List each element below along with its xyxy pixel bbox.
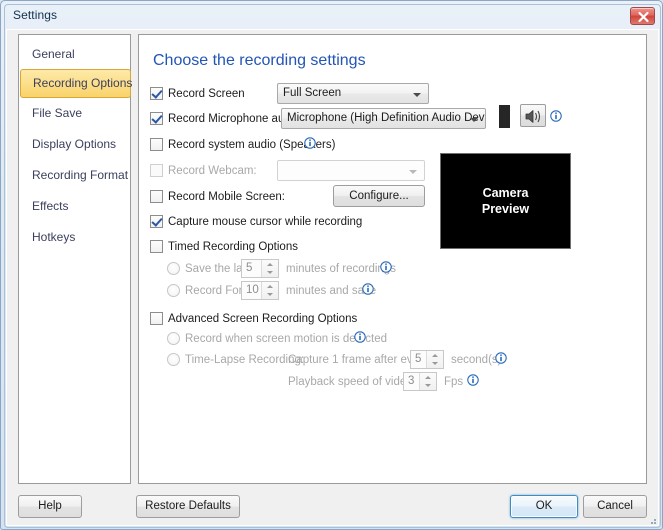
playback-speed-label: Playback speed of video: [288, 376, 416, 388]
speaker-glyph [525, 110, 541, 123]
sidebar-item-file-save[interactable]: File Save [20, 99, 131, 128]
cancel-button[interactable]: Cancel [583, 495, 647, 518]
title-bar[interactable]: Settings [2, 2, 663, 29]
spinner-buttons [261, 260, 278, 277]
record-webcam-checkbox [150, 164, 163, 177]
chevron-down-icon [470, 118, 478, 122]
spinner-buttons [261, 282, 278, 299]
motion-detect-info-icon[interactable] [354, 331, 366, 343]
record-webcam-device-combo [277, 160, 425, 181]
microphone-info-icon[interactable] [550, 110, 562, 122]
sidebar-item-effects[interactable]: Effects [20, 192, 131, 221]
window-title: Settings [13, 8, 58, 22]
sidebar-item-hotkeys[interactable]: Hotkeys [20, 223, 131, 252]
help-button[interactable]: Help [18, 495, 82, 518]
microphone-level-meter [499, 105, 510, 128]
playback-speed-suffix: Fps [444, 376, 464, 388]
record-screen-source-combo[interactable]: Full Screen [277, 83, 429, 104]
capture-mouse-cursor-label: Capture mouse cursor while recording [168, 216, 363, 228]
restore-defaults-button[interactable]: Restore Defaults [136, 495, 240, 518]
sidebar-item-recording-options[interactable]: Recording Options [20, 69, 132, 98]
advanced-options-label: Advanced Screen Recording Options [168, 313, 358, 325]
time-lapse-label: Time-Lapse Recording: [185, 354, 305, 366]
record-for-label: Record For [185, 285, 243, 297]
record-for-spinner: 10 [241, 281, 279, 300]
resize-grip-icon[interactable] [646, 514, 658, 526]
record-for-value: 10 [246, 284, 259, 296]
panel-heading: Choose the recording settings [153, 52, 366, 69]
timed-recording-checkbox[interactable] [150, 240, 163, 253]
record-microphone-checkbox[interactable] [150, 112, 163, 125]
playback-speed-spinner: 3 [403, 372, 437, 391]
record-for-radio [167, 284, 180, 297]
chevron-down-icon [409, 170, 417, 174]
record-for-info-icon[interactable] [362, 283, 374, 295]
speaker-icon[interactable] [520, 104, 546, 127]
time-lapse-capture-label: Capture 1 frame after every [288, 354, 429, 366]
record-mobile-screen-label: Record Mobile Screen: [168, 191, 285, 203]
time-lapse-capture-spinner: 5 [410, 350, 444, 369]
time-lapse-capture-suffix: second(s) [451, 354, 502, 366]
camera-preview-line2: Preview [481, 202, 530, 216]
ok-button[interactable]: OK [510, 495, 578, 518]
settings-window: Settings General Recording Options File … [0, 0, 663, 530]
record-webcam-label: Record Webcam: [168, 165, 257, 177]
save-the-last-spinner: 5 [241, 259, 279, 278]
record-microphone-device-combo[interactable]: Microphone (High Definition Audio Device… [281, 108, 486, 129]
camera-preview-line1: Camera [482, 186, 529, 200]
camera-preview: Camera Preview [440, 153, 571, 249]
settings-sidebar: General Recording Options File Save Disp… [18, 34, 132, 484]
record-screen-checkbox[interactable] [150, 87, 163, 100]
spinner-buttons [419, 373, 436, 390]
advanced-options-checkbox[interactable] [150, 312, 163, 325]
record-microphone-label: Record Microphone audio [168, 113, 300, 125]
playback-speed-value: 3 [408, 375, 415, 387]
record-screen-label: Record Screen [168, 88, 245, 100]
sidebar-item-general[interactable]: General [20, 40, 131, 69]
capture-mouse-cursor-checkbox[interactable] [150, 215, 163, 228]
playback-speed-info-icon[interactable] [467, 374, 479, 386]
save-the-last-info-icon[interactable] [380, 261, 392, 273]
close-icon[interactable] [630, 7, 655, 25]
spinner-buttons [426, 351, 443, 368]
record-screen-source-value: Full Screen [283, 87, 342, 99]
sidebar-item-recording-format[interactable]: Recording Format [20, 161, 131, 190]
configure-button[interactable]: Configure... [333, 185, 425, 207]
timed-recording-label: Timed Recording Options [168, 241, 298, 253]
record-system-audio-checkbox[interactable] [150, 138, 163, 151]
time-lapse-radio [167, 353, 180, 366]
system-audio-info-icon[interactable] [304, 137, 316, 149]
save-the-last-value: 5 [246, 262, 253, 274]
motion-detect-radio [167, 332, 180, 345]
sidebar-item-display-options[interactable]: Display Options [20, 130, 131, 159]
close-x-glyph [638, 11, 649, 23]
time-lapse-capture-value: 5 [415, 353, 422, 365]
time-lapse-capture-info-icon[interactable] [495, 352, 507, 364]
save-the-last-radio [167, 262, 180, 275]
chevron-down-icon [413, 93, 421, 97]
record-microphone-device-value: Microphone (High Definition Audio Device… [287, 112, 486, 124]
record-mobile-screen-checkbox[interactable] [150, 190, 163, 203]
